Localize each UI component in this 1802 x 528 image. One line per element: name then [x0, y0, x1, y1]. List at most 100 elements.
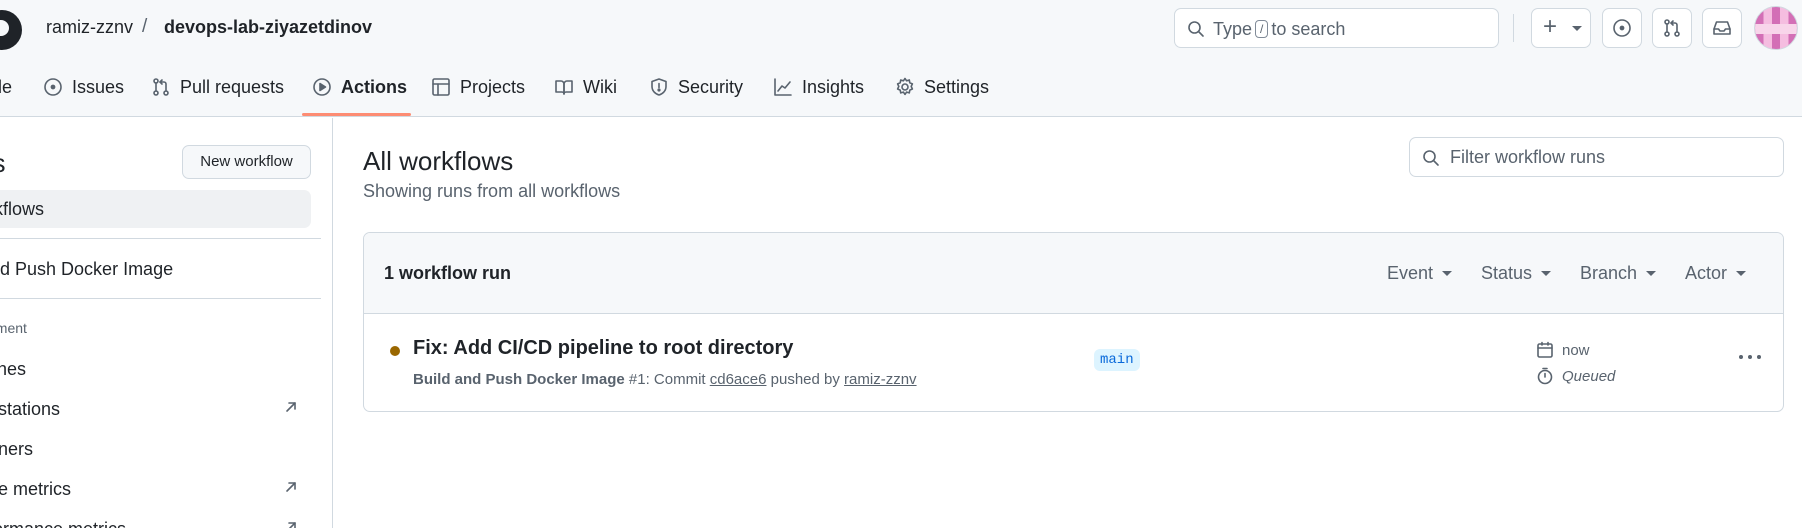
tab-code-label: de	[0, 76, 13, 97]
tab-projects[interactable]: Projects	[431, 72, 525, 102]
search-shortcut-key: /	[1255, 20, 1269, 38]
tab-settings-label: Settings	[924, 76, 990, 97]
sidebar-item-workflow[interactable]: nd Push Docker Image	[0, 259, 173, 280]
workflow-run-title[interactable]: Fix: Add CI/CD pipeline to root director…	[413, 337, 793, 360]
run-time: now	[1536, 341, 1590, 359]
sidebar-item-performance-metrics[interactable]: formance metrics	[0, 519, 126, 528]
your-issues-button[interactable]	[1602, 8, 1642, 48]
run-time-label: now	[1562, 341, 1590, 359]
actions-sidebar: ns New workflow kflows nd Push Docker Im…	[0, 118, 333, 528]
inbox-icon	[1713, 21, 1731, 35]
tab-actions[interactable]: Actions	[312, 72, 407, 102]
plus-icon: +	[1543, 13, 1558, 40]
commit-sha-link[interactable]: cd6ace6	[710, 371, 767, 388]
page-subtitle: Showing runs from all workflows	[363, 181, 621, 201]
tab-pull-requests[interactable]: Pull requests	[151, 72, 284, 102]
sidebar-item-usage-metrics[interactable]: ge metrics	[0, 479, 71, 500]
workflow-name[interactable]: Build and Push Docker Image	[413, 371, 625, 388]
more-options-button[interactable]	[1734, 345, 1766, 369]
shield-icon	[651, 78, 667, 96]
tab-security-label: Security	[678, 76, 744, 97]
breadcrumb-repo[interactable]: devops-lab-ziyazetdinov	[164, 17, 372, 38]
tab-issues-label: Issues	[72, 76, 125, 97]
new-workflow-button[interactable]: New workflow	[182, 145, 311, 179]
kebab-dot	[1739, 355, 1743, 359]
git-pull-request-icon	[153, 78, 169, 96]
runs-count: 1 workflow run	[384, 263, 512, 283]
inbox-button[interactable]	[1702, 8, 1742, 48]
kebab-dot	[1748, 355, 1752, 359]
book-icon	[555, 80, 573, 95]
your-pull-requests-button[interactable]	[1652, 8, 1692, 48]
issue-opened-icon	[44, 78, 62, 96]
run-number: #1	[628, 371, 646, 388]
actor-link[interactable]: ramiz-zznv	[844, 371, 917, 388]
sidebar-item-caches[interactable]: ches	[0, 359, 26, 380]
global-search-input[interactable]: Type / to search	[1174, 8, 1499, 48]
sidebar-divider	[0, 238, 321, 239]
breadcrumb-separator: /	[142, 16, 148, 37]
gear-icon	[896, 77, 914, 96]
status-filter-dropdown[interactable]: Status	[1481, 263, 1552, 284]
tab-insights-label: Insights	[802, 76, 865, 97]
tab-settings[interactable]: Settings	[895, 72, 989, 102]
tab-insights[interactable]: Insights	[773, 72, 864, 102]
filter-workflow-runs-input[interactable]	[1450, 142, 1770, 172]
kebab-dot	[1757, 355, 1761, 359]
external-link-icon	[286, 402, 296, 412]
run-status: Queued	[1536, 367, 1615, 385]
header-divider	[1513, 14, 1514, 42]
branch-filter-dropdown[interactable]: Branch	[1580, 263, 1657, 284]
commit-text: : Commit	[645, 371, 706, 388]
sidebar-item-runners[interactable]: nners	[0, 439, 33, 460]
external-link-icon	[286, 482, 296, 492]
chevron-down-icon	[1442, 271, 1453, 276]
filter-workflow-runs-field[interactable]	[1409, 137, 1784, 177]
workflow-run-meta: Build and Push Docker Image #1: Commit c…	[413, 371, 917, 388]
tab-projects-label: Projects	[460, 76, 526, 97]
table-icon	[432, 78, 450, 96]
selected-tab-indicator	[302, 113, 411, 116]
run-status-label: Queued	[1562, 367, 1616, 385]
repo-header: ramiz-zznv / devops-lab-ziyazetdinov Typ…	[0, 0, 1802, 117]
search-icon	[1423, 150, 1439, 166]
actor-filter-dropdown[interactable]: Actor	[1685, 263, 1747, 284]
github-logo-icon[interactable]	[0, 10, 22, 50]
workflow-run-row[interactable]: Fix: Add CI/CD pipeline to root director…	[364, 315, 1783, 411]
search-icon	[1188, 21, 1204, 37]
chevron-down-icon	[1541, 271, 1552, 276]
pushed-by-text: pushed by	[770, 371, 840, 388]
breadcrumb-owner[interactable]: ramiz-zznv	[46, 17, 133, 38]
external-link-icon	[288, 522, 296, 528]
sidebar-item-attestations[interactable]: estations	[0, 399, 60, 420]
chevron-down-icon	[1572, 26, 1582, 31]
page-title: All workflows	[363, 146, 514, 176]
chevron-down-icon	[1736, 271, 1747, 276]
tab-issues[interactable]: Issues	[43, 72, 124, 102]
stopwatch-icon	[1537, 367, 1553, 385]
create-new-button[interactable]: +	[1531, 8, 1591, 48]
sidebar-section-label: ement	[0, 320, 27, 336]
queued-status-icon	[390, 346, 400, 356]
tab-pull-requests-label: Pull requests	[180, 76, 285, 97]
workflow-runs-list: 1 workflow run Event Status Branch Actor…	[363, 232, 1784, 412]
tab-code[interactable]: de	[0, 72, 12, 102]
tab-wiki[interactable]: Wiki	[554, 72, 617, 102]
play-icon	[313, 78, 331, 96]
graph-icon	[774, 78, 792, 96]
sidebar-title: ns	[0, 148, 5, 179]
tab-security[interactable]: Security	[649, 72, 743, 102]
runs-list-header: 1 workflow run Event Status Branch Actor	[364, 233, 1783, 314]
tab-actions-label: Actions	[341, 76, 408, 97]
git-pull-request-icon	[1664, 19, 1680, 37]
sidebar-divider	[0, 298, 321, 299]
event-filter-dropdown[interactable]: Event	[1387, 263, 1453, 284]
user-avatar[interactable]	[1754, 6, 1798, 50]
issue-opened-icon	[1613, 19, 1631, 37]
search-hint: Type / to search	[1213, 19, 1346, 39]
branch-badge[interactable]: main	[1094, 349, 1140, 371]
calendar-icon	[1537, 341, 1553, 358]
sidebar-item-all-workflows[interactable]: kflows	[0, 190, 311, 228]
tab-wiki-label: Wiki	[583, 76, 617, 97]
chevron-down-icon	[1646, 271, 1657, 276]
